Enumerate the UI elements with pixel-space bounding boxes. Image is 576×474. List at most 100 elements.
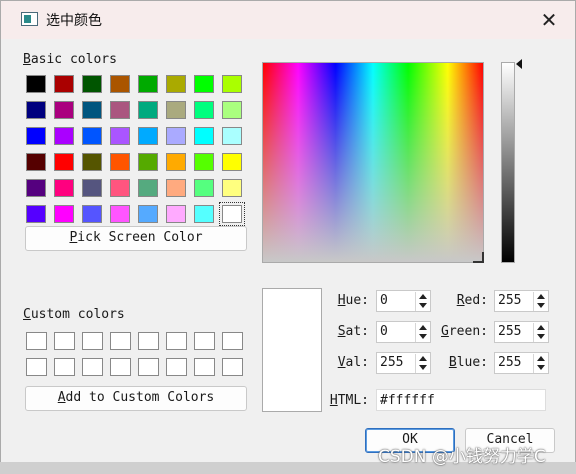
basic-color-swatch[interactable] (26, 179, 46, 197)
spin-down-icon[interactable] (416, 363, 429, 372)
basic-color-swatch[interactable] (222, 127, 242, 145)
basic-color-swatch[interactable] (110, 127, 130, 145)
basic-color-swatch[interactable] (110, 205, 130, 223)
basic-color-swatch[interactable] (110, 179, 130, 197)
custom-colors-grid (26, 332, 243, 376)
basic-color-swatch[interactable] (54, 153, 74, 171)
basic-color-swatch[interactable] (222, 75, 242, 93)
basic-color-swatch[interactable] (82, 75, 102, 93)
sat-spinbox[interactable]: 0 (376, 321, 431, 343)
basic-color-swatch[interactable] (26, 101, 46, 119)
basic-color-swatch[interactable] (194, 127, 214, 145)
basic-color-swatch[interactable] (194, 179, 214, 197)
custom-color-swatch[interactable] (138, 358, 159, 376)
green-spinbox[interactable]: 255 (494, 321, 549, 343)
basic-color-swatch[interactable] (222, 153, 242, 171)
custom-color-swatch[interactable] (54, 358, 75, 376)
basic-color-swatch[interactable] (194, 101, 214, 119)
sat-spin-arrows[interactable] (415, 323, 429, 342)
spin-up-icon[interactable] (534, 354, 547, 363)
basic-color-swatch[interactable] (166, 127, 186, 145)
basic-color-swatch[interactable] (194, 205, 214, 223)
spin-up-icon[interactable] (416, 292, 429, 301)
red-spinbox[interactable]: 255 (494, 290, 549, 312)
sat-label: Sat: (337, 324, 369, 339)
custom-color-swatch[interactable] (194, 358, 215, 376)
val-spin-arrows[interactable] (415, 354, 429, 373)
custom-color-swatch[interactable] (222, 332, 243, 350)
val-spinbox[interactable]: 255 (376, 352, 431, 374)
basic-color-swatch[interactable] (110, 75, 130, 93)
value-slider-arrow[interactable] (516, 59, 522, 69)
red-spin-arrows[interactable] (533, 292, 547, 311)
basic-color-swatch[interactable] (26, 75, 46, 93)
blue-spinbox[interactable]: 255 (494, 352, 549, 374)
custom-color-swatch[interactable] (166, 358, 187, 376)
basic-color-swatch[interactable] (166, 153, 186, 171)
pick-screen-color-button[interactable]: Pick Screen Color (25, 226, 247, 251)
blue-spin-arrows[interactable] (533, 354, 547, 373)
basic-color-swatch[interactable] (222, 101, 242, 119)
basic-color-swatch[interactable] (26, 205, 46, 223)
basic-color-swatch[interactable] (26, 127, 46, 145)
spin-down-icon[interactable] (534, 301, 547, 310)
custom-color-swatch[interactable] (222, 358, 243, 376)
basic-color-swatch[interactable] (138, 153, 158, 171)
hue-saturation-spectrum[interactable] (262, 62, 484, 263)
value-slider[interactable] (501, 62, 515, 263)
basic-color-swatch[interactable] (54, 205, 74, 223)
color-preview (262, 288, 322, 412)
spin-up-icon[interactable] (534, 323, 547, 332)
basic-color-swatch[interactable] (110, 101, 130, 119)
green-spin-arrows[interactable] (533, 323, 547, 342)
hue-label: Hue: (337, 293, 369, 308)
custom-color-swatch[interactable] (26, 332, 47, 350)
basic-color-swatch[interactable] (54, 179, 74, 197)
basic-color-swatch[interactable] (110, 153, 130, 171)
basic-color-swatch[interactable] (26, 153, 46, 171)
custom-color-swatch[interactable] (166, 332, 187, 350)
html-hex-input[interactable]: #ffffff (376, 389, 546, 411)
custom-color-swatch[interactable] (138, 332, 159, 350)
basic-color-swatch[interactable] (54, 127, 74, 145)
spin-up-icon[interactable] (534, 292, 547, 301)
basic-color-swatch[interactable] (194, 153, 214, 171)
basic-color-swatch[interactable] (82, 205, 102, 223)
add-to-custom-colors-button[interactable]: Add to Custom Colors (25, 386, 247, 411)
basic-color-swatch[interactable] (82, 179, 102, 197)
basic-color-swatch[interactable] (166, 75, 186, 93)
spin-up-icon[interactable] (416, 354, 429, 363)
close-button[interactable]: ✕ (531, 5, 567, 35)
basic-color-swatch[interactable] (166, 205, 186, 223)
basic-color-swatch[interactable] (194, 75, 214, 93)
spin-down-icon[interactable] (534, 363, 547, 372)
basic-color-swatch[interactable] (219, 202, 245, 226)
hue-spin-arrows[interactable] (415, 292, 429, 311)
spectrum-crosshair[interactable] (473, 252, 484, 263)
spin-down-icon[interactable] (416, 301, 429, 310)
spin-up-icon[interactable] (416, 323, 429, 332)
basic-color-swatch[interactable] (138, 179, 158, 197)
basic-color-swatch[interactable] (82, 153, 102, 171)
custom-color-swatch[interactable] (194, 332, 215, 350)
custom-color-swatch[interactable] (110, 358, 131, 376)
hue-spinbox[interactable]: 0 (376, 290, 431, 312)
basic-color-swatch[interactable] (82, 101, 102, 119)
custom-color-swatch[interactable] (82, 332, 103, 350)
basic-color-swatch[interactable] (166, 179, 186, 197)
basic-color-swatch[interactable] (138, 75, 158, 93)
spin-down-icon[interactable] (534, 332, 547, 341)
basic-color-swatch[interactable] (138, 205, 158, 223)
basic-color-swatch[interactable] (54, 75, 74, 93)
basic-color-swatch[interactable] (222, 179, 242, 197)
custom-color-swatch[interactable] (26, 358, 47, 376)
basic-color-swatch[interactable] (138, 101, 158, 119)
spin-down-icon[interactable] (416, 332, 429, 341)
basic-color-swatch[interactable] (82, 127, 102, 145)
custom-color-swatch[interactable] (54, 332, 75, 350)
custom-color-swatch[interactable] (110, 332, 131, 350)
basic-color-swatch[interactable] (166, 101, 186, 119)
basic-color-swatch[interactable] (54, 101, 74, 119)
custom-color-swatch[interactable] (82, 358, 103, 376)
basic-color-swatch[interactable] (138, 127, 158, 145)
